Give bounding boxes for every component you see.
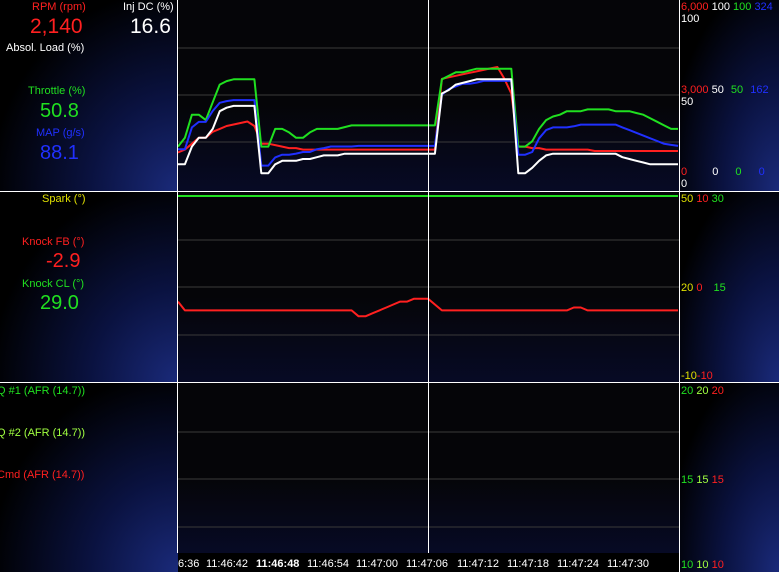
knock-fb-value: -2.9 bbox=[46, 250, 81, 272]
panel-divider-2 bbox=[0, 382, 779, 383]
afr-cmd-label: Cmd (AFR (14.7)) bbox=[0, 469, 85, 481]
scale-2-bot: -10-10 bbox=[681, 370, 713, 382]
time-tick: 11:46:54 bbox=[307, 558, 350, 570]
scale-1-mid2: 50 bbox=[681, 96, 694, 108]
map-label: MAP (g/s) bbox=[36, 127, 85, 139]
right-panel-border bbox=[679, 0, 680, 572]
knock-cl-value: 29.0 bbox=[40, 292, 79, 314]
rpm-value: 2,140 bbox=[30, 15, 83, 38]
throttle-label: Throttle (%) bbox=[28, 85, 86, 97]
chart-canvas[interactable] bbox=[0, 0, 779, 572]
left-panel-border bbox=[177, 0, 178, 553]
rpm-label: RPM (rpm) bbox=[32, 1, 86, 13]
panel-divider-1 bbox=[0, 191, 779, 192]
time-tick: 6:36 bbox=[178, 558, 200, 570]
scale-2-mid: 20 0 15 bbox=[681, 282, 726, 294]
scale-3-bot: 10 10 10 bbox=[681, 559, 724, 571]
time-tick: 11:47:12 bbox=[457, 558, 500, 570]
scale-3-mid: 15 15 15 bbox=[681, 474, 724, 486]
scale-1-bot2: 0 bbox=[681, 178, 688, 190]
time-tick: 11:47:18 bbox=[507, 558, 550, 570]
throttle-value: 50.8 bbox=[40, 100, 79, 122]
absol-load-label: Absol. Load (%) bbox=[6, 42, 85, 54]
scale-1-top: 6,000 100 100 324 bbox=[681, 1, 773, 13]
inj-dc-label: Inj DC (%) bbox=[123, 1, 174, 13]
spark-label: Spark (°) bbox=[42, 193, 86, 205]
map-value: 88.1 bbox=[40, 142, 79, 164]
afr-q2-label: Q #2 (AFR (14.7)) bbox=[0, 427, 86, 439]
time-tick: 11:47:00 bbox=[356, 558, 399, 570]
scale-1-bot: 0 0 0 0 bbox=[681, 166, 765, 178]
scale-2-top: 50 10 30 bbox=[681, 193, 724, 205]
scale-1-mid: 3,000 50 50 162 bbox=[681, 84, 769, 96]
scale-1-top2: 100 bbox=[681, 13, 700, 25]
afr-q1-label: Q #1 (AFR (14.7)) bbox=[0, 385, 86, 397]
time-tick: 11:47:06 bbox=[406, 558, 449, 570]
time-tick: 11:46:42 bbox=[206, 558, 249, 570]
time-tick: 11:47:24 bbox=[557, 558, 600, 570]
inj-dc-value: 16.6 bbox=[130, 15, 171, 38]
time-cursor[interactable] bbox=[428, 0, 429, 553]
time-tick: 11:46:48 bbox=[256, 558, 300, 570]
knock-cl-label: Knock CL (°) bbox=[22, 278, 85, 290]
knock-fb-label: Knock FB (°) bbox=[22, 236, 85, 248]
time-tick: 11:47:30 bbox=[607, 558, 650, 570]
scale-3-top: 20 20 20 bbox=[681, 385, 724, 397]
